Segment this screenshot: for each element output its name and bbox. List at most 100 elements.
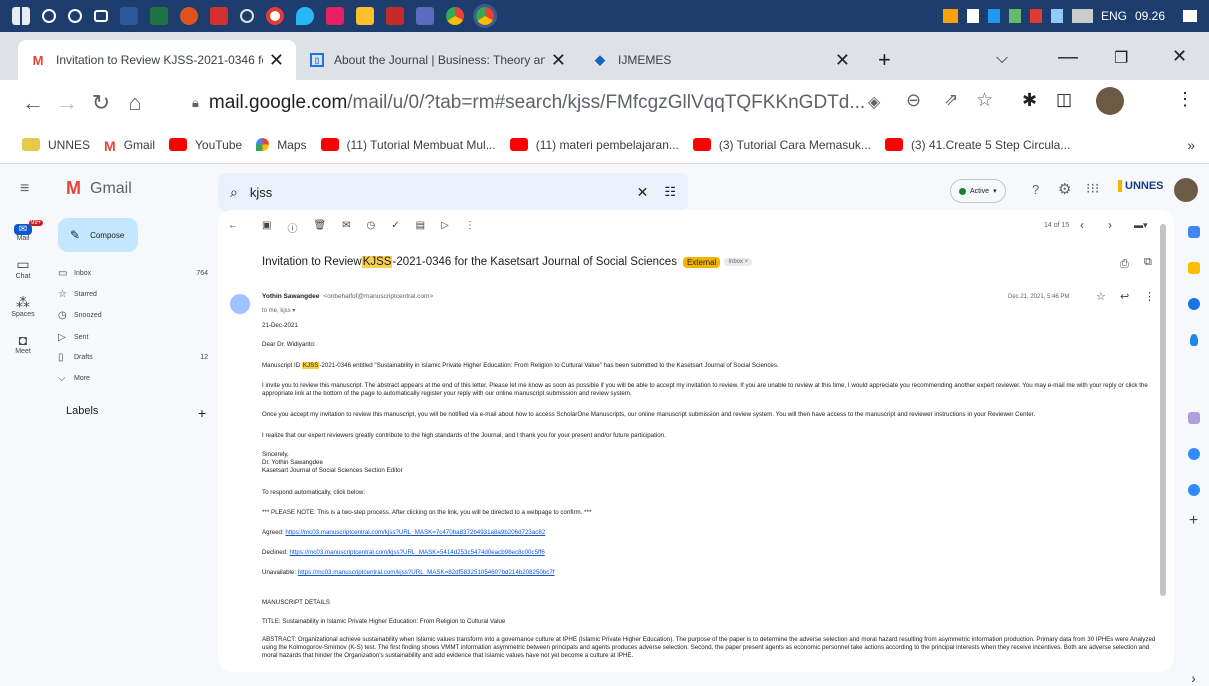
status-selector[interactable]: Active ▾ (950, 179, 1006, 203)
nav-sent[interactable]: ▷ Sent (58, 332, 208, 343)
agreed-link[interactable]: https://mc03.manuscriptcentral.com/kjss?… (285, 529, 545, 536)
pdf-app-icon[interactable] (210, 7, 228, 25)
rail-spaces[interactable]: ⁂ Spaces (0, 294, 46, 318)
move-to-icon[interactable]: ▤ (416, 220, 425, 235)
add-task-icon[interactable]: ✓ (391, 220, 399, 235)
app-icon-drop[interactable] (296, 7, 314, 25)
rail-meet[interactable]: ◘ Meet (0, 332, 46, 355)
rail-mail[interactable]: ✉ Mail (0, 224, 46, 242)
delete-icon[interactable]: 🗑︎ (313, 220, 326, 235)
expand-panel-chevron-icon[interactable]: › (1178, 670, 1209, 686)
settings-gear-icon[interactable]: ⚙ (1058, 180, 1071, 198)
bookmark-youtube-1[interactable]: (11) Tutorial Membuat Mul... (320, 138, 496, 152)
nav-starred[interactable]: ☆ Starred (58, 289, 208, 300)
tab-journal[interactable]: ▯ About the Journal | Business: Theory a… (298, 40, 578, 80)
restore-button[interactable]: ❐ (1114, 48, 1128, 68)
archive-icon[interactable]: ▣ (262, 220, 271, 235)
bookmark-youtube-3[interactable]: (3) Tutorial Cara Memasuk... (692, 138, 871, 152)
bookmark-unnes[interactable]: UNNES (22, 138, 90, 152)
snooze-icon[interactable]: ◷ (367, 220, 376, 235)
zoom-addon-icon-2[interactable] (1187, 484, 1200, 496)
window-close-button[interactable]: ✕ (1172, 46, 1187, 67)
address-bar[interactable]: 🔒︎ mail.google.com/mail/u/0/?tab=rm#sear… (192, 86, 1024, 120)
tab-gmail[interactable]: M Invitation to Review KJSS-2021-0346 fo… (18, 40, 296, 80)
app-icon-record[interactable] (266, 7, 284, 25)
language-indicator[interactable]: ENG (1101, 9, 1127, 23)
bookmark-youtube-2[interactable]: (11) materi pembelajaran... (509, 138, 679, 152)
add-addon-icon[interactable]: + (1178, 512, 1209, 530)
more-menu-icon[interactable]: ⋮ (1176, 89, 1194, 110)
cortana-icon[interactable] (68, 9, 82, 23)
star-icon[interactable]: ☆ (1096, 290, 1106, 303)
back-arrow-icon[interactable]: ← (16, 90, 50, 116)
side-panel-icon[interactable]: ◫ (1056, 90, 1072, 110)
declined-link[interactable]: https://mc03.manuscriptcentral.com/kjss?… (290, 549, 545, 556)
search-bar[interactable]: ⌕ kjss ✕ ☷ (218, 173, 688, 211)
bookmark-star-icon[interactable]: ☆ (976, 89, 993, 112)
password-key-icon[interactable]: ◈ (868, 92, 880, 112)
extensions-icon[interactable]: ✱ (1022, 90, 1037, 111)
keyboard-icon[interactable]: ▬▾ (1134, 220, 1148, 231)
addon-icon[interactable] (1187, 412, 1200, 424)
inbox-label-chip[interactable]: Inbox × (724, 258, 753, 266)
zoom-icon[interactable]: ⊖ (906, 90, 921, 111)
reload-icon[interactable]: ↻ (84, 90, 118, 116)
nav-more[interactable]: ⌵ More (58, 373, 208, 384)
search-input[interactable]: kjss (250, 185, 272, 200)
back-arrow-icon[interactable]: ← (228, 220, 238, 235)
sender-avatar[interactable] (230, 294, 250, 314)
calendar-icon[interactable] (1187, 226, 1200, 238)
keep-icon[interactable] (1187, 262, 1200, 274)
tray-icons[interactable] (942, 9, 1093, 23)
profile-avatar[interactable] (1096, 87, 1124, 115)
nav-inbox[interactable]: ▭ Inbox 764 (58, 268, 208, 279)
app-icon-folder[interactable] (416, 7, 434, 25)
search-icon[interactable] (42, 9, 56, 23)
windows-start-icon[interactable] (12, 7, 30, 25)
file-explorer-icon[interactable] (356, 7, 374, 25)
app-icon-settings[interactable] (240, 9, 254, 23)
help-icon[interactable]: ? (1032, 182, 1039, 197)
contacts-icon[interactable] (1189, 334, 1198, 346)
nav-snoozed[interactable]: ◷ Snoozed (58, 310, 208, 321)
search-options-icon[interactable]: ☷ (664, 184, 676, 200)
tab-search-chevron-icon[interactable]: ⌵ (996, 50, 1008, 68)
mark-unread-icon[interactable]: ✉ (342, 220, 350, 235)
report-spam-icon[interactable]: ⓘ (287, 220, 297, 235)
close-icon[interactable]: ✕ (269, 50, 284, 71)
older-chevron-icon[interactable]: › (1108, 218, 1112, 232)
zoom-addon-icon[interactable] (1187, 448, 1200, 460)
search-icon[interactable]: ⌕ (230, 184, 238, 201)
bookmark-gmail[interactable]: M Gmail (104, 138, 155, 155)
clear-search-icon[interactable]: ✕ (637, 184, 649, 201)
home-icon[interactable]: ⌂ (118, 90, 152, 116)
app-icon-orange[interactable] (180, 7, 198, 25)
add-label-icon[interactable]: + (198, 405, 206, 421)
app-icon-media[interactable] (326, 7, 344, 25)
apps-grid-icon[interactable]: ⁝⁝⁝ (1086, 180, 1099, 197)
task-view-icon[interactable] (94, 10, 108, 22)
word-app-icon[interactable] (120, 7, 138, 25)
more-bookmarks-icon[interactable]: » (1187, 137, 1195, 153)
tasks-icon[interactable] (1187, 298, 1200, 310)
minimize-button[interactable]: — (1058, 46, 1078, 69)
clock[interactable]: 09.26 (1135, 9, 1165, 23)
reply-icon[interactable]: ↩ (1120, 290, 1129, 303)
rail-chat[interactable]: ▭ Chat (0, 256, 46, 280)
recipients-line[interactable]: to me, kjss ▾ (262, 307, 295, 314)
close-icon[interactable]: ✕ (551, 50, 566, 71)
chrome-app-icon[interactable] (446, 7, 464, 25)
share-icon[interactable]: ⇗ (944, 90, 958, 110)
app-icon-red[interactable] (386, 7, 404, 25)
open-new-window-icon[interactable]: ⧉ (1144, 256, 1152, 269)
close-icon[interactable]: ✕ (835, 50, 850, 71)
excel-app-icon[interactable] (150, 7, 168, 25)
scrollbar-thumb[interactable] (1160, 224, 1166, 596)
unavailable-link[interactable]: https://mc03.manuscriptcentral.com/kjss?… (298, 569, 555, 576)
sender-name[interactable]: Yothin Sawangdee (262, 293, 319, 300)
newer-chevron-icon[interactable]: ‹ (1080, 218, 1084, 232)
nav-drafts[interactable]: ▯ Drafts 12 (58, 352, 208, 363)
account-avatar[interactable] (1174, 178, 1198, 202)
main-menu-icon[interactable]: ≡ (20, 180, 29, 198)
print-icon[interactable]: ⎙ (1120, 258, 1129, 271)
